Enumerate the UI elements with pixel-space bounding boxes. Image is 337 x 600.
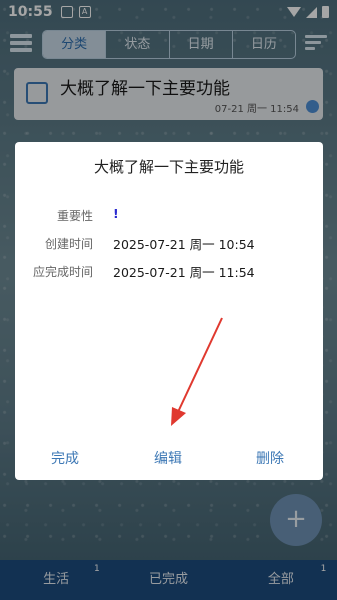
edit-button[interactable]: 编辑 [154,448,182,468]
task-detail-dialog: 大概了解一下主要功能 重要性 ! 创建时间 2025-07-21 周一 10:5… [15,142,323,480]
importance-label: 重要性 [56,209,93,223]
created-time-value: 2025-07-21 周一 10:54 [113,237,255,252]
due-time-label: 应完成时间 [32,265,93,279]
delete-button[interactable]: 删除 [256,448,284,468]
created-time-label: 创建时间 [44,237,93,251]
complete-button[interactable]: 完成 [51,448,79,468]
due-time-value: 2025-07-21 周一 11:54 [113,265,255,280]
dialog-title: 大概了解一下主要功能 [93,158,244,176]
importance-value: ! [113,206,119,221]
